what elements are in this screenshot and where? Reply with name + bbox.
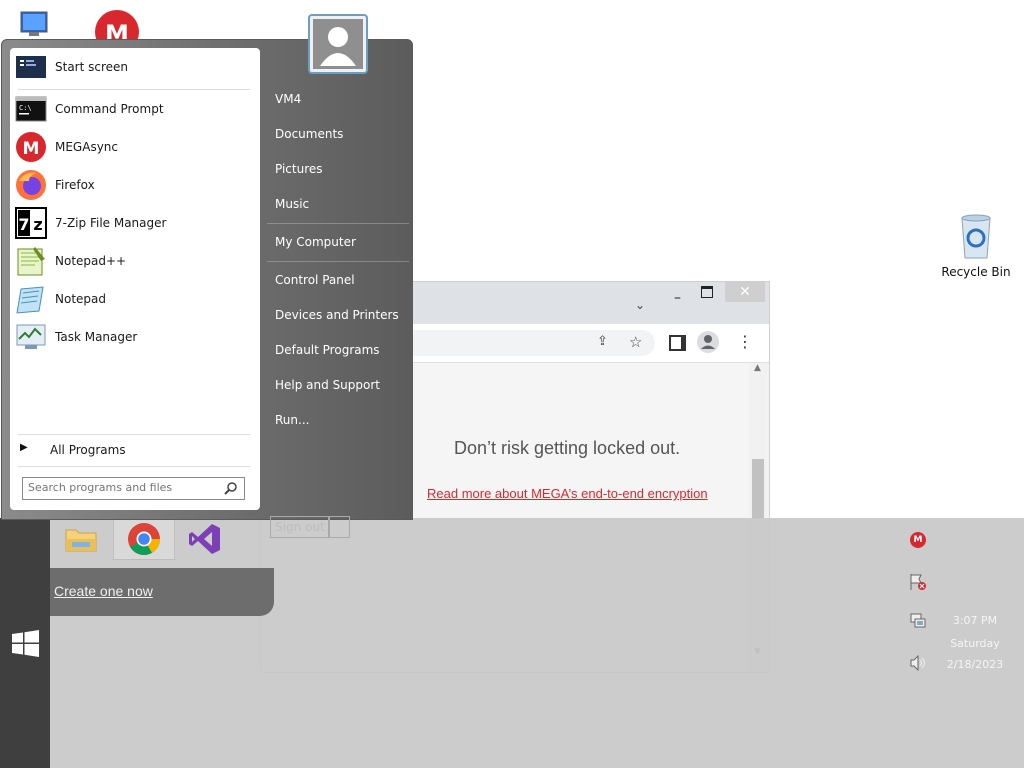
scroll-thumb[interactable]	[752, 459, 764, 519]
task-manager-icon	[15, 321, 47, 353]
right-item-devices-printers[interactable]: Devices and Printers	[275, 308, 399, 322]
separator	[267, 223, 409, 224]
desktop-icon-computer[interactable]	[10, 10, 60, 40]
taskbar-chrome[interactable]	[113, 518, 175, 560]
program-notepadpp[interactable]: Notepad++	[10, 242, 260, 280]
start-button-strip[interactable]	[0, 518, 50, 768]
sign-out-button[interactable]: Sign out	[270, 516, 330, 538]
minimize-icon[interactable]: –	[674, 290, 681, 306]
mega-login-panel: Create one now	[50, 568, 274, 616]
start-search-box[interactable]	[22, 477, 245, 500]
start-screen-icon	[15, 51, 47, 83]
clock-date: 2/18/2023	[946, 658, 1004, 671]
action-center-flag-icon[interactable]	[909, 573, 927, 591]
start-menu: Start screen C:\ Command Prompt M MEGAsy…	[1, 14, 413, 538]
network-icon[interactable]	[909, 613, 927, 629]
volume-icon[interactable]	[909, 654, 927, 672]
recycle-bin-label: Recycle Bin	[941, 265, 1011, 279]
separator	[267, 261, 409, 262]
star-icon[interactable]: ☆	[629, 333, 642, 351]
right-item-documents[interactable]: Documents	[275, 127, 343, 141]
notepadpp-icon	[15, 245, 47, 277]
program-label: MEGAsync	[55, 140, 118, 154]
separator	[18, 434, 250, 435]
user-avatar[interactable]	[308, 14, 368, 74]
program-label: Notepad++	[55, 254, 127, 268]
tray-mega-icon[interactable]: M	[910, 532, 926, 548]
program-label: Command Prompt	[55, 102, 164, 116]
shutdown-options-arrow-icon[interactable]: ▷	[328, 516, 350, 538]
all-programs-label: All Programs	[50, 443, 126, 457]
program-notepad[interactable]: Notepad	[10, 280, 260, 318]
share-icon[interactable]: ⇪	[597, 334, 608, 349]
windows-logo-icon[interactable]	[12, 630, 39, 657]
firefox-icon	[15, 169, 47, 201]
svg-text:M: M	[23, 139, 40, 159]
taskbar-visual-studio[interactable]	[186, 520, 224, 558]
svg-text:z: z	[33, 215, 42, 234]
separator	[18, 466, 250, 467]
create-account-link[interactable]: Create one now	[54, 583, 153, 599]
desktop-icon-mega[interactable]: M	[94, 10, 140, 54]
program-label: Start screen	[55, 60, 129, 74]
scroll-up-icon[interactable]: ▲	[754, 363, 761, 373]
mega-encryption-link[interactable]: Read more about MEGA’s end-to-end encryp…	[427, 486, 708, 501]
folder-icon	[65, 529, 97, 552]
program-label: Notepad	[55, 292, 106, 306]
program-7zip[interactable]: 7z 7-Zip File Manager	[10, 204, 260, 242]
profile-icon[interactable]	[697, 331, 719, 353]
program-start-screen[interactable]: Start screen	[10, 48, 260, 86]
clock-time[interactable]: 3:07 PM	[940, 614, 1010, 627]
cmd-icon: C:\	[15, 93, 47, 125]
mega-icon: M	[15, 131, 47, 163]
right-item-music[interactable]: Music	[275, 197, 309, 211]
7zip-icon: 7z	[15, 207, 47, 239]
visual-studio-icon	[189, 524, 220, 554]
mega-heading: Don’t risk getting locked out.	[454, 438, 681, 458]
program-firefox[interactable]: Firefox	[10, 166, 260, 204]
desktop-icon-recycle-bin[interactable]: Recycle Bin	[938, 212, 1014, 279]
program-command-prompt[interactable]: C:\ Command Prompt	[10, 90, 260, 128]
close-icon[interactable]: ✕	[725, 282, 765, 302]
user-icon	[313, 19, 363, 69]
notepad-icon	[15, 283, 47, 315]
program-label: Firefox	[55, 178, 95, 192]
chevron-down-icon[interactable]: ⌄	[635, 298, 645, 312]
side-panel-icon[interactable]	[669, 335, 686, 351]
taskbar-file-explorer[interactable]	[62, 520, 100, 558]
right-item-control-panel[interactable]: Control Panel	[275, 273, 355, 287]
start-menu-programs-pane: Start screen C:\ Command Prompt M MEGAsy…	[10, 48, 260, 510]
right-item-my-computer[interactable]: My Computer	[275, 235, 356, 249]
menu-kebab-icon[interactable]: ⋮	[737, 332, 753, 351]
right-item-user[interactable]: VM4	[275, 92, 301, 106]
all-programs-button[interactable]: ▶ All Programs	[20, 441, 250, 461]
maximize-icon[interactable]	[701, 286, 713, 298]
start-search-input[interactable]	[23, 478, 218, 497]
recycle-bin-icon	[961, 214, 991, 259]
right-item-help-support[interactable]: Help and Support	[275, 378, 380, 392]
clock-day: Saturday	[950, 637, 1000, 650]
computer-icon	[20, 11, 48, 36]
search-icon[interactable]	[224, 481, 238, 495]
right-item-run[interactable]: Run...	[275, 413, 309, 427]
program-megasync[interactable]: M MEGAsync	[10, 128, 260, 166]
program-task-manager[interactable]: Task Manager	[10, 318, 260, 356]
program-label: 7-Zip File Manager	[55, 216, 167, 230]
svg-text:C:\: C:\	[19, 104, 32, 112]
right-item-default-programs[interactable]: Default Programs	[275, 343, 380, 357]
program-label: Task Manager	[55, 330, 138, 344]
chrome-icon	[128, 523, 161, 556]
right-item-pictures[interactable]: Pictures	[275, 162, 323, 176]
svg-text:7: 7	[18, 215, 29, 234]
chevron-right-icon: ▶	[20, 442, 28, 453]
